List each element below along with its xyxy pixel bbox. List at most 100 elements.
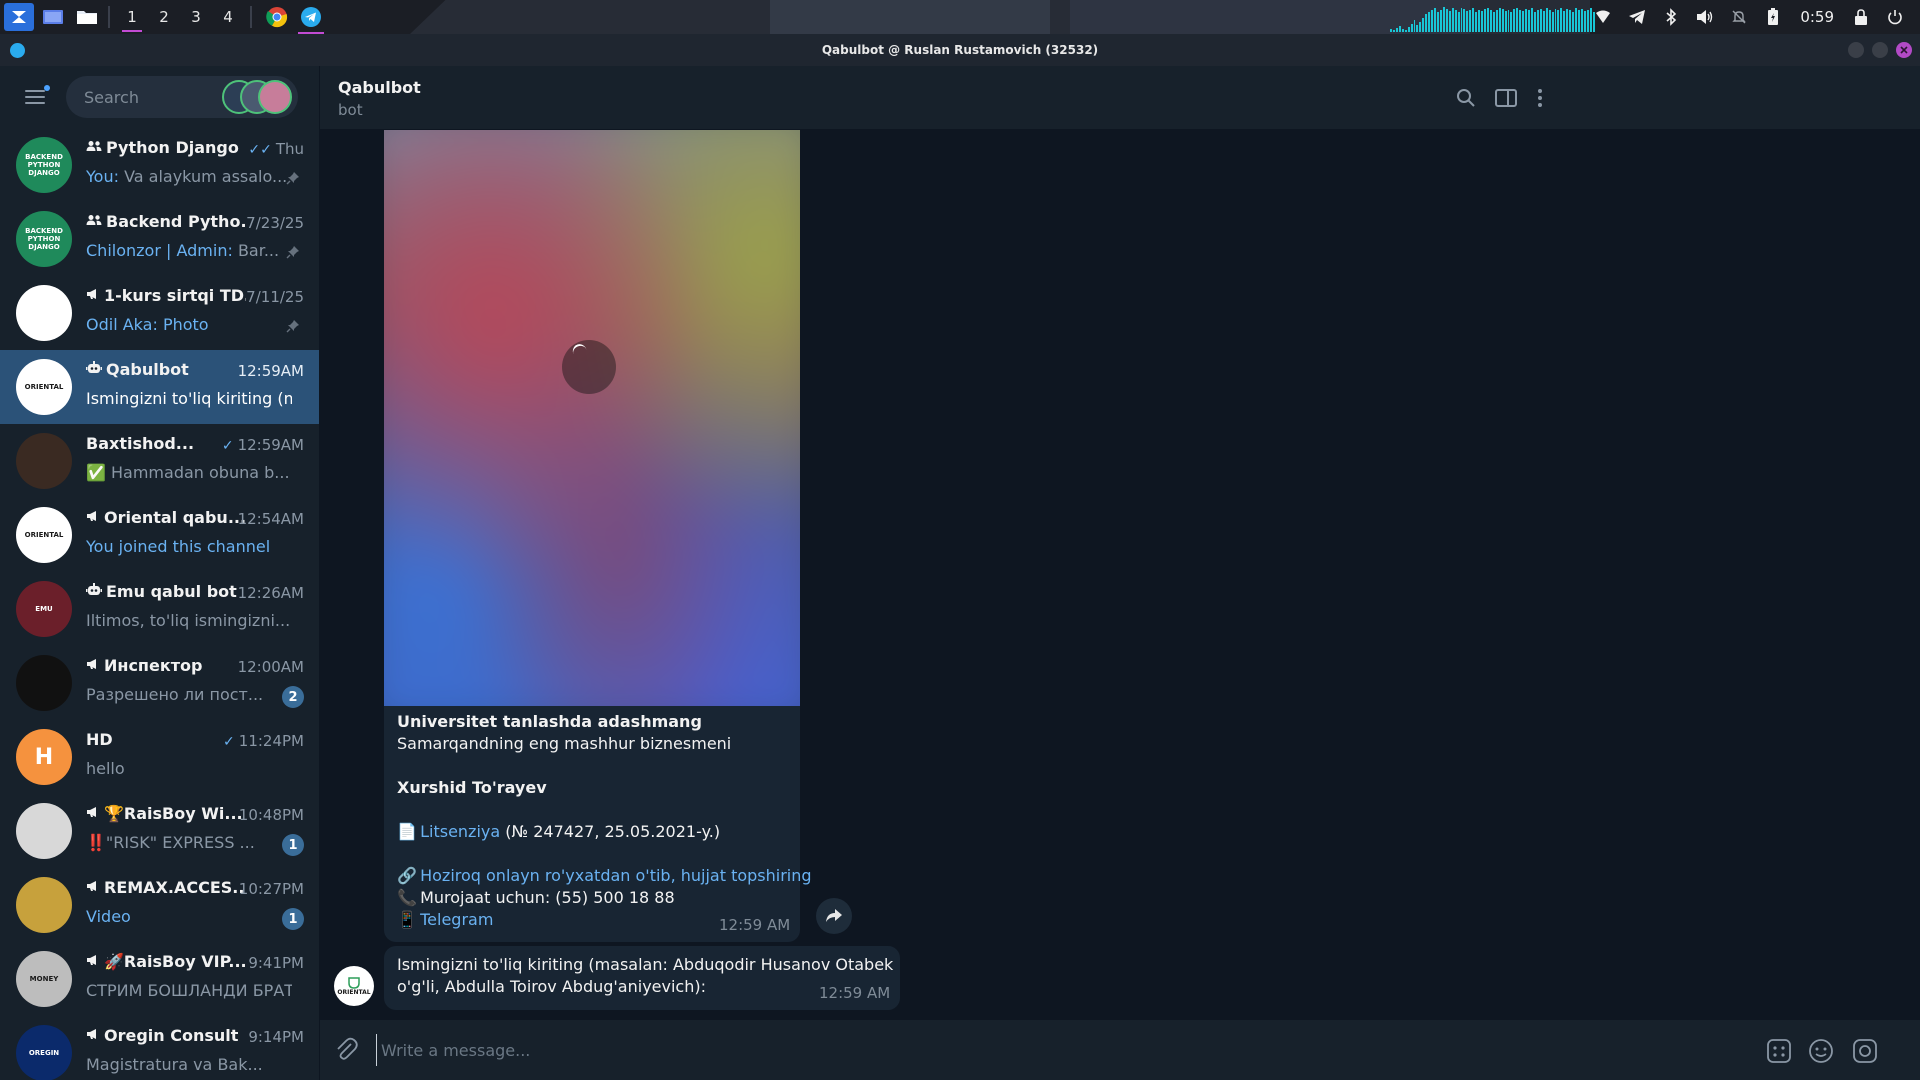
message-area[interactable]: Universitet tanlashda adashmang Samarqan… xyxy=(320,130,1920,1020)
message-line: o'g'li, Abdulla Toirov Abdug'aniyevich): xyxy=(397,977,706,996)
chat-name: Инспектор xyxy=(104,656,203,675)
channel-icon xyxy=(86,954,100,970)
message-input[interactable] xyxy=(376,1034,1756,1066)
chat-preview: ✅ Hammadan obuna b... xyxy=(86,463,290,482)
chat-item[interactable]: EMU Emu qabul bot 12:26AM Iltimos, to'liq i… xyxy=(0,572,319,646)
chat-preview: Magistratura va Bak... xyxy=(86,1055,263,1074)
battery-icon[interactable] xyxy=(1756,0,1790,34)
system-clock[interactable]: 0:59 xyxy=(1790,8,1844,26)
stories-avatars[interactable] xyxy=(222,80,292,114)
main-menu-button[interactable] xyxy=(22,83,50,111)
chat-item[interactable]: REMAX.ACCES... 10:27PM Video 1 xyxy=(0,868,319,942)
chat-time: 12:00AM xyxy=(237,658,304,676)
folder-icon[interactable] xyxy=(72,3,102,31)
app-launcher-icon[interactable] xyxy=(4,3,34,31)
chat-item[interactable]: MONEY 🚀RaisBoy VIP... 9:41PM СТРИМ БОШЛАНДИ… xyxy=(0,942,319,1016)
chat-avatar: ORIENTAL xyxy=(16,507,72,563)
volume-icon[interactable] xyxy=(1688,0,1722,34)
power-icon[interactable] xyxy=(1878,0,1912,34)
attach-icon[interactable] xyxy=(334,1036,362,1064)
unread-badge: 1 xyxy=(282,908,304,930)
more-options-icon[interactable] xyxy=(1526,84,1554,112)
chat-item[interactable]: 🏆RaisBoy Wi... 10:48PM ‼️"RISK" EXPRESS ..… xyxy=(0,794,319,868)
visualizer-bar xyxy=(1454,10,1457,32)
chat-time: 12:54AM xyxy=(237,510,304,528)
workspace-1[interactable]: 1 xyxy=(116,0,148,34)
chat-preview-sender: Chilonzor | Admin: xyxy=(86,241,233,260)
visualizer-bar xyxy=(1463,9,1466,32)
visualizer-bar xyxy=(1416,25,1419,32)
visualizer-bar xyxy=(1457,12,1460,32)
visualizer-bar xyxy=(1513,9,1516,32)
visualizer-bar xyxy=(1422,18,1425,32)
wifi-icon[interactable] xyxy=(1586,0,1620,34)
chat-time: 7/11/25 xyxy=(246,288,304,306)
search-icon[interactable] xyxy=(1452,84,1480,112)
chat-preview: Ismingizni to'liq kiriting (ma... xyxy=(86,389,292,408)
message-bubble-welcome[interactable]: Universitet tanlashda adashmang Samarqan… xyxy=(384,130,812,942)
bot-commands-icon[interactable] xyxy=(1764,1036,1794,1066)
visualizer-bar xyxy=(1516,8,1519,32)
chat-title[interactable]: Qabulbot xyxy=(338,78,421,97)
message-photo[interactable] xyxy=(384,130,800,706)
search-box[interactable] xyxy=(66,76,298,118)
chat-item[interactable]: OREGIN Oregin Consult 9:14PM Magistratura v… xyxy=(0,1016,319,1080)
chat-item[interactable]: Baxtishod... ✓ 12:59AM ✅ Hammadan obuna b..… xyxy=(0,424,319,498)
maximize-button[interactable] xyxy=(1872,42,1888,58)
chat-item[interactable]: 1-kurs sirtqi TD...7/11/25 Odil Aka: Phot… xyxy=(0,276,319,350)
check-icon: ✓ xyxy=(221,438,234,454)
chat-avatar: BACKEND PYTHON DJANGO xyxy=(16,211,72,267)
emoji-icon[interactable] xyxy=(1806,1036,1836,1066)
message-title: Universitet tanlashda adashmang xyxy=(397,712,702,731)
video-message-icon[interactable] xyxy=(1850,1036,1880,1066)
telegram-icon[interactable] xyxy=(296,3,326,34)
notifications-off-icon[interactable] xyxy=(1722,0,1756,34)
bot-avatar[interactable]: ORIENTAL xyxy=(334,966,374,1006)
sidebar-toggle-icon[interactable] xyxy=(1492,84,1520,112)
visualizer-bar xyxy=(1425,14,1428,32)
visualizer-bar xyxy=(1478,10,1481,32)
visualizer-bar xyxy=(1392,30,1395,32)
story-avatar[interactable] xyxy=(258,80,292,114)
forward-button[interactable] xyxy=(816,898,852,934)
chat-item[interactable]: H HD ✓ 11:24PM hello xyxy=(0,720,319,794)
chrome-icon[interactable] xyxy=(262,3,292,31)
bot-icon xyxy=(86,583,102,600)
chat-name: 🏆RaisBoy Wi... xyxy=(104,804,243,823)
chat-item[interactable]: ORIENTAL Oriental qabu... 12:54AM You joine… xyxy=(0,498,319,572)
chat-item[interactable]: BACKEND PYTHON DJANGO Backend Pytho... 7/2… xyxy=(0,202,319,276)
visualizer-bar xyxy=(1578,10,1580,32)
visualizer-bar xyxy=(1528,10,1530,32)
visualizer-bar xyxy=(1536,10,1539,32)
files-icon[interactable] xyxy=(38,3,68,31)
workspace-4[interactable]: 4 xyxy=(212,0,244,34)
apply-link[interactable]: Hoziroq onlayn ro'yxatdan o'tib, hujjat … xyxy=(420,866,811,885)
license-link[interactable]: Litsenziya xyxy=(420,822,500,841)
chat-item[interactable]: BACKEND PYTHON DJANGO Python Django ...✓✓… xyxy=(0,128,319,202)
visualizer-bar xyxy=(1398,26,1401,32)
chat-avatar-label: BACKEND PYTHON DJANGO xyxy=(25,153,63,177)
system-taskbar: 1 2 3 4 0:59 xyxy=(0,0,1920,34)
visualizer-bar xyxy=(1560,8,1563,32)
minimize-button[interactable] xyxy=(1848,42,1864,58)
chat-item[interactable]: Инспектор 12:00AM Разрешено ли пост... 2 xyxy=(0,646,319,720)
close-button[interactable] xyxy=(1896,42,1912,58)
bluetooth-icon[interactable] xyxy=(1654,0,1688,34)
chat-name: Backend Pytho... xyxy=(106,212,246,231)
telegram-tray-icon[interactable] xyxy=(1620,0,1654,34)
license-details: (№ 247427, 25.05.2021-y.) xyxy=(505,822,721,841)
lock-icon[interactable] xyxy=(1844,0,1878,34)
search-input[interactable] xyxy=(84,87,214,107)
chat-time: 9:41PM xyxy=(248,954,304,972)
chat-avatar: ORIENTAL xyxy=(16,359,72,415)
workspace-2[interactable]: 2 xyxy=(148,0,180,34)
loading-spinner[interactable] xyxy=(562,340,616,394)
chat-item[interactable]: ORIENTAL Qabulbot 12:59AM Ismingizni to'liq… xyxy=(0,350,319,424)
visualizer-bar xyxy=(1533,12,1536,32)
visualizer-bar xyxy=(1525,9,1528,32)
message-bubble-prompt[interactable]: Ismingizni to'liq kiriting (masalan: Abd… xyxy=(384,946,900,1010)
chat-name: HD xyxy=(86,730,113,749)
workspace-3[interactable]: 3 xyxy=(180,0,212,34)
chat-avatar xyxy=(16,655,72,711)
telegram-link[interactable]: Telegram xyxy=(420,910,493,929)
